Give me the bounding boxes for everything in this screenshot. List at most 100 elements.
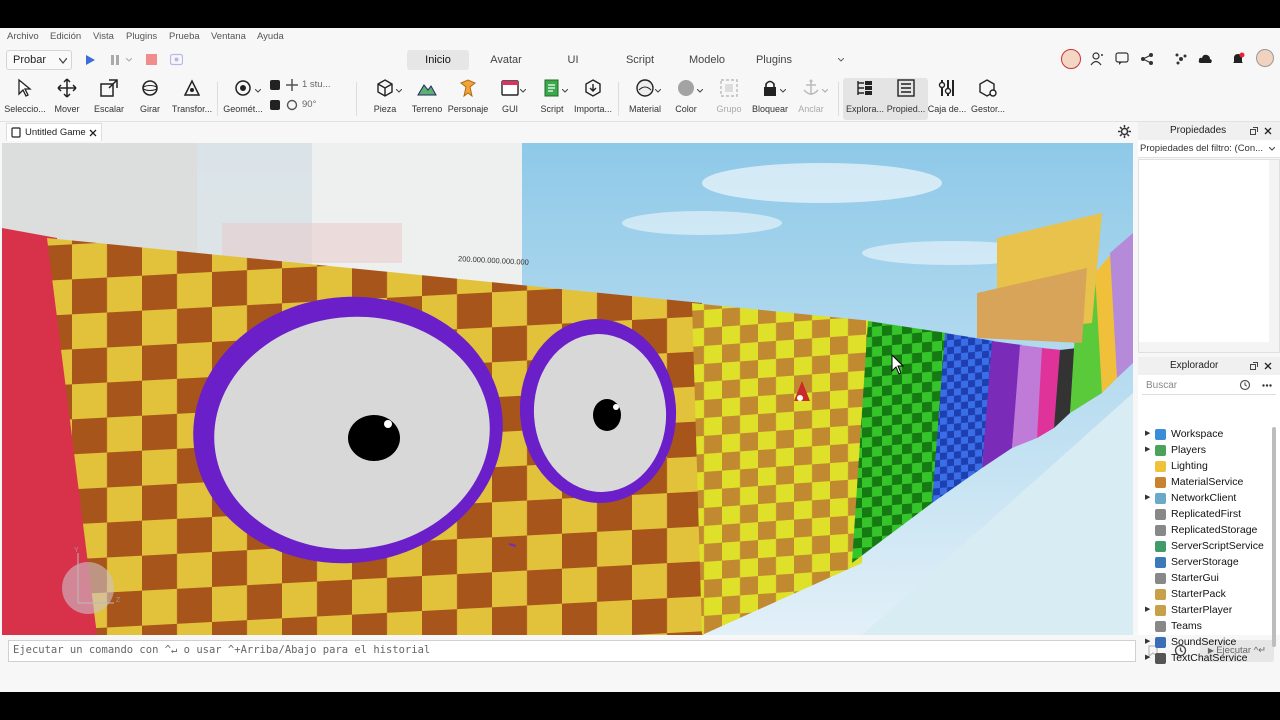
gear-icon[interactable]	[1118, 125, 1131, 138]
explorer-item-startergui[interactable]: StarterGui	[1138, 570, 1280, 586]
expand-arrow-icon[interactable]: ▶	[1145, 650, 1150, 666]
tab-plugins[interactable]: Plugins	[746, 50, 802, 70]
menu-plugins[interactable]: Plugins	[126, 31, 157, 42]
properties-toggle-button[interactable]: Propied...	[884, 78, 928, 120]
rotate-step-value[interactable]: 90°	[302, 99, 316, 110]
character-button[interactable]: Personaje	[446, 78, 490, 120]
chevron-down-icon[interactable]	[655, 89, 661, 93]
more-options-icon[interactable]	[1262, 384, 1272, 387]
lock-button[interactable]: Bloquear	[748, 78, 792, 120]
expand-arrow-icon[interactable]: ▶	[1145, 442, 1150, 458]
anchor-button[interactable]: Anclar	[789, 78, 833, 120]
gui-button[interactable]: GUI	[488, 78, 532, 120]
explorer-toggle-button[interactable]: Explora...	[843, 78, 887, 120]
chevron-down-icon[interactable]	[126, 58, 132, 62]
properties-filter-dropdown[interactable]: Propiedades del filtro: (Con...	[1140, 143, 1274, 157]
assistant-icon[interactable]	[1174, 52, 1188, 66]
scale-tool-button[interactable]: Escalar	[87, 78, 131, 120]
expand-arrow-icon[interactable]: ▶	[1145, 426, 1150, 442]
tab-home[interactable]: Inicio	[407, 50, 469, 70]
notifications-bell-icon[interactable]	[1231, 52, 1245, 66]
chevron-down-icon[interactable]	[822, 89, 828, 93]
explorer-search-input[interactable]: Buscar	[1142, 377, 1276, 395]
explorer-item-networkclient[interactable]: ▶ NetworkClient	[1138, 490, 1280, 506]
stop-icon[interactable]	[146, 54, 157, 65]
chevron-down-icon[interactable]	[520, 89, 526, 93]
tab-script[interactable]: Script	[614, 50, 666, 70]
properties-filter-row[interactable]: Propiedades del filtro: (Con...	[1138, 140, 1280, 158]
geometry-button[interactable]: Geomét...	[221, 78, 265, 120]
explorer-item-lighting[interactable]: Lighting	[1138, 458, 1280, 474]
explorer-item-textchatservice[interactable]: ▶ TextChatService	[1138, 650, 1280, 666]
tab-model[interactable]: Modelo	[680, 50, 734, 70]
explorer-item-starterpack[interactable]: StarterPack	[1138, 586, 1280, 602]
chevron-down-icon[interactable]	[780, 89, 786, 93]
client-server-icon[interactable]	[170, 53, 183, 66]
menu-help[interactable]: Ayuda	[257, 31, 284, 42]
explorer-item-workspace[interactable]: ▶ Workspace	[1138, 426, 1280, 442]
filter-history-icon[interactable]	[1239, 379, 1251, 391]
tab-avatar[interactable]: Avatar	[480, 50, 532, 70]
expand-arrow-icon[interactable]: ▶	[1145, 634, 1150, 650]
explorer-item-materialservice[interactable]: MaterialService	[1138, 474, 1280, 490]
select-tool-button[interactable]: Seleccio...	[3, 78, 47, 120]
tab-ui[interactable]: UI	[550, 50, 596, 70]
toolbox-button[interactable]: Caja de...	[925, 78, 969, 120]
explorer-item-serverstorage[interactable]: ServerStorage	[1138, 554, 1280, 570]
collaborate-icon[interactable]	[1090, 52, 1104, 66]
move-step-checkbox[interactable]	[270, 80, 280, 90]
terrain-button[interactable]: Terreno	[405, 78, 449, 120]
rotate-step-checkbox[interactable]	[270, 100, 280, 110]
asset-manager-button[interactable]: Gestor...	[966, 78, 1010, 120]
3d-viewport[interactable]: 200.000.000.000.000 Y Z	[2, 143, 1133, 635]
explorer-item-players[interactable]: ▶ Players	[1138, 442, 1280, 458]
menu-view[interactable]: Vista	[93, 31, 114, 42]
more-tabs-chevron-icon[interactable]	[838, 58, 844, 62]
command-input[interactable]: Ejecutar un comando con ^↵ o usar ^+Arri…	[8, 640, 1136, 662]
part-button[interactable]: Pieza	[363, 78, 407, 120]
share-icon[interactable]	[1140, 52, 1154, 66]
expand-arrow-icon[interactable]: ▶	[1145, 602, 1150, 618]
chevron-down-icon[interactable]	[255, 89, 261, 93]
undock-icon[interactable]	[1250, 362, 1258, 370]
chevron-down-icon[interactable]	[562, 89, 568, 93]
explorer-item-teams[interactable]: Teams	[1138, 618, 1280, 634]
group-button[interactable]: Grupo	[707, 78, 751, 120]
transform-tool-button[interactable]: Transfor...	[170, 78, 214, 120]
move-tool-button[interactable]: Mover	[45, 78, 89, 120]
import-button[interactable]: Importa...	[571, 78, 615, 120]
chevron-down-icon[interactable]	[697, 89, 703, 93]
explorer-item-replicatedfirst[interactable]: ReplicatedFirst	[1138, 506, 1280, 522]
rotate-tool-button[interactable]: Girar	[128, 78, 172, 120]
explorer-scrollbar[interactable]	[1272, 427, 1276, 647]
properties-horizontal-scrollbar[interactable]	[1139, 342, 1269, 352]
chat-icon[interactable]	[1115, 52, 1129, 66]
menu-edit[interactable]: Edición	[50, 31, 81, 42]
avatar[interactable]	[1061, 49, 1081, 69]
menu-file[interactable]: Archivo	[7, 31, 39, 42]
close-icon[interactable]	[89, 129, 97, 137]
explorer-item-serverscriptservice[interactable]: ServerScriptService	[1138, 538, 1280, 554]
expand-arrow-icon[interactable]: ▶	[1145, 490, 1150, 506]
chevron-down-icon[interactable]	[396, 89, 402, 93]
explorer-item-soundservice[interactable]: ▶ SoundService	[1138, 634, 1280, 650]
menu-window[interactable]: Ventana	[211, 31, 246, 42]
test-mode-dropdown[interactable]: Probar	[6, 50, 72, 70]
close-icon[interactable]	[1264, 362, 1272, 370]
properties-scrollbar[interactable]	[1269, 160, 1279, 352]
cloud-icon[interactable]	[1198, 53, 1213, 64]
move-step-value[interactable]: 1 stu...	[302, 79, 331, 90]
undock-icon[interactable]	[1250, 127, 1258, 135]
pause-icon[interactable]	[110, 54, 120, 66]
profile-avatar[interactable]	[1256, 49, 1274, 67]
material-button[interactable]: Material	[623, 78, 667, 120]
document-tab[interactable]: Untitled Game	[6, 123, 102, 141]
close-icon[interactable]	[1264, 127, 1272, 135]
explorer-item-replicatedstorage[interactable]: ReplicatedStorage	[1138, 522, 1280, 538]
color-button[interactable]: Color	[664, 78, 708, 120]
chevron-down-icon[interactable]	[1269, 147, 1275, 151]
explorer-item-starterplayer[interactable]: ▶ StarterPlayer	[1138, 602, 1280, 618]
menu-test[interactable]: Prueba	[169, 31, 200, 42]
play-icon[interactable]	[85, 54, 96, 66]
script-button[interactable]: Script	[530, 78, 574, 120]
